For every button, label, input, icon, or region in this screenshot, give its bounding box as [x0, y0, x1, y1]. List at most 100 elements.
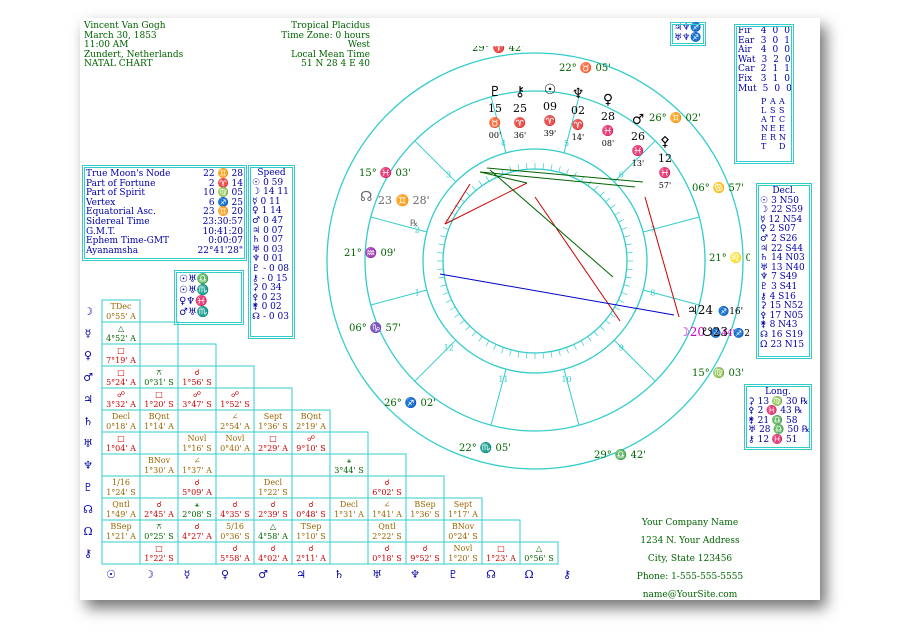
grid-col-glyph: ⚷ [563, 568, 571, 581]
degree-tick [440, 235, 447, 238]
aspect-symbol: ☍ [193, 390, 201, 399]
aspect-symbol: □ [117, 368, 125, 377]
aspect-orb: 0°56' S [524, 554, 554, 563]
aspect-orb: 4°35' S [220, 510, 250, 519]
decl-value: 23 N15 [770, 339, 805, 350]
grid-cell [329, 475, 369, 499]
aspect-orb: 1°14' A [144, 422, 174, 431]
house-cusp-label: 06° ♑ 57' [349, 321, 401, 334]
planet-minute: 08' [602, 139, 614, 148]
degree-tick [438, 276, 445, 279]
aspect-symbol: Novl [454, 544, 473, 553]
company-email: name@YourSite.com [642, 590, 738, 600]
cusp-degree: 15° ♓ 03' [359, 166, 411, 179]
aspect-orb: 7°19' A [106, 356, 136, 365]
degree-tick [459, 319, 465, 325]
grid-cell [139, 475, 179, 499]
grid-cell [481, 519, 521, 543]
grid-col-glyph: ♆ [410, 568, 420, 581]
aspect-symbol: ☌ [232, 544, 237, 553]
aspect-orb: 1°49' A [106, 510, 136, 519]
planet-minute: 39' [544, 129, 556, 138]
planet-glyph: Ω [760, 339, 768, 350]
element-column-label: ASTER [770, 97, 777, 142]
aspect-symbol: ∠ [194, 456, 201, 465]
planet-sign: ♈ [514, 116, 526, 129]
aspect-symbol: Novl [226, 434, 245, 443]
degree-tick [625, 243, 632, 246]
aspect-line [644, 196, 680, 318]
planet-degree: 15 [488, 102, 502, 115]
degree-tick [626, 252, 633, 254]
aspect-orb: 0°55' A [106, 312, 136, 321]
aspect-symbol: Decl [112, 412, 131, 421]
aspect-orb: 1°56' S [182, 378, 212, 387]
aspect-line [534, 196, 621, 322]
aspect-symbol: ☍ [117, 390, 125, 399]
aspect-orb: 1°21' A [106, 532, 136, 541]
pattern-row: ☉♅♎ [179, 274, 210, 285]
degree-tick [442, 292, 449, 295]
aspect-symbol: Decl [340, 500, 359, 509]
grid-row-glyph: ♂ [83, 371, 93, 384]
degree-tick [558, 166, 561, 173]
cusp-degree: 21° ♌ 09' [709, 251, 750, 264]
degree-tick [599, 191, 605, 197]
chart-wheel: 1234 5678910111229° ♈ 42'22° ♉ 05'26° ♊ 0… [326, 46, 750, 470]
degree-tick [621, 292, 628, 295]
aspect-orb: 0°18' S [372, 554, 402, 563]
grid-col-glyph: ♅ [372, 568, 382, 581]
aspect-symbol: △ [118, 324, 125, 333]
house-cusp-label: 15° ♓ 03' [359, 166, 411, 179]
aspect-symbol: TDec [111, 302, 132, 311]
grid-cell [177, 409, 217, 433]
aspect-orb: 1°41' A [372, 510, 402, 519]
aspect-orb: 1°23' A [486, 554, 516, 563]
planet-sign: ♈ [544, 114, 556, 127]
degree-tick [618, 299, 624, 303]
grid-cell [329, 519, 369, 543]
aspect-orb: 1°37' A [182, 466, 212, 475]
grid-cell [139, 321, 179, 345]
pattern-row: ♃♆♐ [674, 23, 702, 33]
planet-glyph: ♆ [572, 86, 585, 102]
aspect-orb: 1°36' S [258, 422, 288, 431]
cusp-degree: 22° ♏ 05' [459, 441, 511, 454]
aspect-symbol: Novl [188, 434, 207, 443]
planet-minute: 36' [514, 131, 526, 140]
grid-cell [329, 541, 369, 565]
grid-row-glyph: ☿ [85, 327, 92, 340]
decl-title: Decl. [772, 186, 796, 196]
planet-sign: ♓ [632, 144, 644, 157]
aspect-symbol: BNov [452, 522, 475, 531]
point-value: 22°41'28" [197, 245, 243, 256]
aspect-orb: 5°09' A [182, 488, 212, 497]
aspect-symbol: □ [117, 434, 125, 443]
house-number: 3 [446, 171, 451, 180]
grid-row-glyph: Ω [83, 525, 92, 538]
planet-glyph: ♀ [603, 92, 613, 108]
house-number: 6 [619, 171, 624, 180]
grid-row-glyph: ☊ [83, 503, 93, 516]
degree-tick [550, 351, 553, 358]
point-label: Ayanamsha [86, 245, 139, 256]
grid-cell [101, 541, 141, 565]
planet-minute: ♐16' [718, 305, 743, 317]
company-city: City, State 123456 [647, 554, 733, 564]
aspect-orb: 2°29' A [258, 444, 288, 453]
degree-tick [509, 349, 512, 356]
aspect-symbol: ☌ [384, 478, 389, 487]
degree-tick [623, 284, 630, 287]
grid-cell [139, 343, 179, 367]
grid-row-glyph: ♆ [83, 459, 93, 472]
grid-cell [405, 475, 445, 499]
aspect-orb: 2°54' A [220, 422, 250, 431]
aspect-symbol: ∠ [384, 500, 391, 509]
planet-minute: 14' [572, 133, 584, 142]
long-row: ⚷ 12 ♓ 51 [745, 435, 811, 446]
degree-tick [580, 340, 585, 347]
grid-row-glyph: ♀ [84, 349, 92, 362]
company-info: Your Company Name 1234 N. Your Address C… [620, 514, 760, 604]
chart-sheet: Vincent Van Gogh March 30, 1853 11:00 AM… [80, 18, 820, 600]
degree-tick [438, 243, 445, 246]
